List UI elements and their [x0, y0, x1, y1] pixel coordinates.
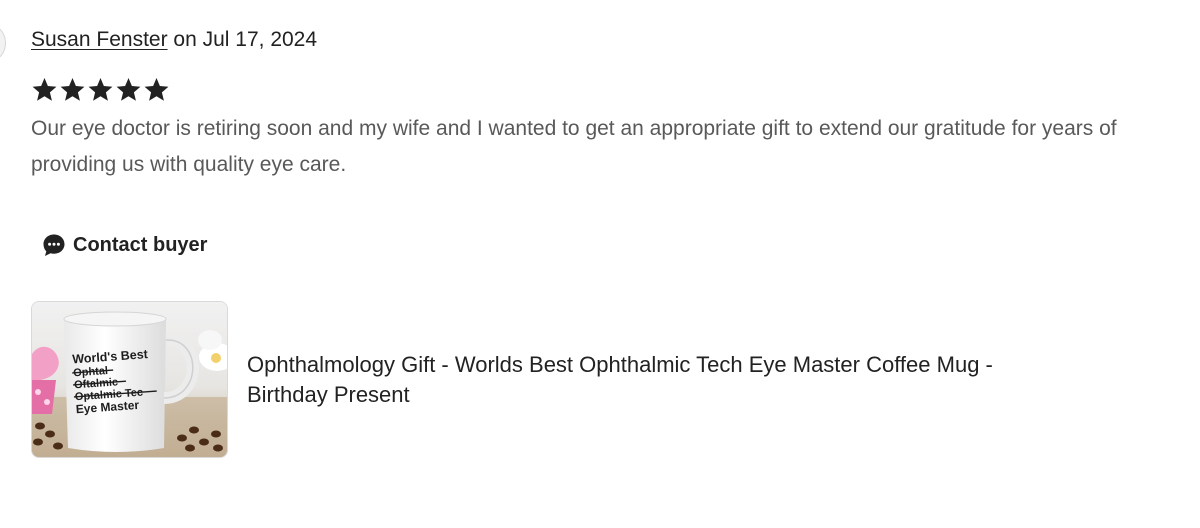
product-listing: World's Best Ophtal Oftalmic Optalmic Te… [31, 301, 1007, 458]
star-icon [60, 78, 85, 101]
product-thumbnail[interactable]: World's Best Ophtal Oftalmic Optalmic Te… [31, 301, 228, 458]
review-text: Our eye doctor is retiring soon and my w… [31, 117, 1117, 176]
star-icon [32, 78, 57, 101]
review-date: Jul 17, 2024 [202, 28, 318, 51]
contact-buyer-button[interactable]: Contact buyer [41, 232, 207, 258]
avatar [0, 26, 6, 60]
reviewer-name-link[interactable]: Susan Fenster [31, 28, 168, 51]
contact-buyer-label: Contact buyer [73, 233, 208, 256]
star-icon [144, 78, 169, 101]
star-icon [88, 78, 113, 101]
review-byline: Susan Fenster on Jul 17, 2024 [31, 26, 1171, 54]
product-title-link[interactable]: Ophthalmology Gift - Worlds Best Ophthal… [247, 350, 1007, 410]
review: Susan Fenster on Jul 17, 2024 Our eye do… [31, 26, 1171, 183]
star-rating [31, 76, 1171, 106]
byline-separator: on [167, 28, 203, 51]
star-icon [116, 78, 141, 101]
chat-bubble-icon [43, 234, 65, 256]
